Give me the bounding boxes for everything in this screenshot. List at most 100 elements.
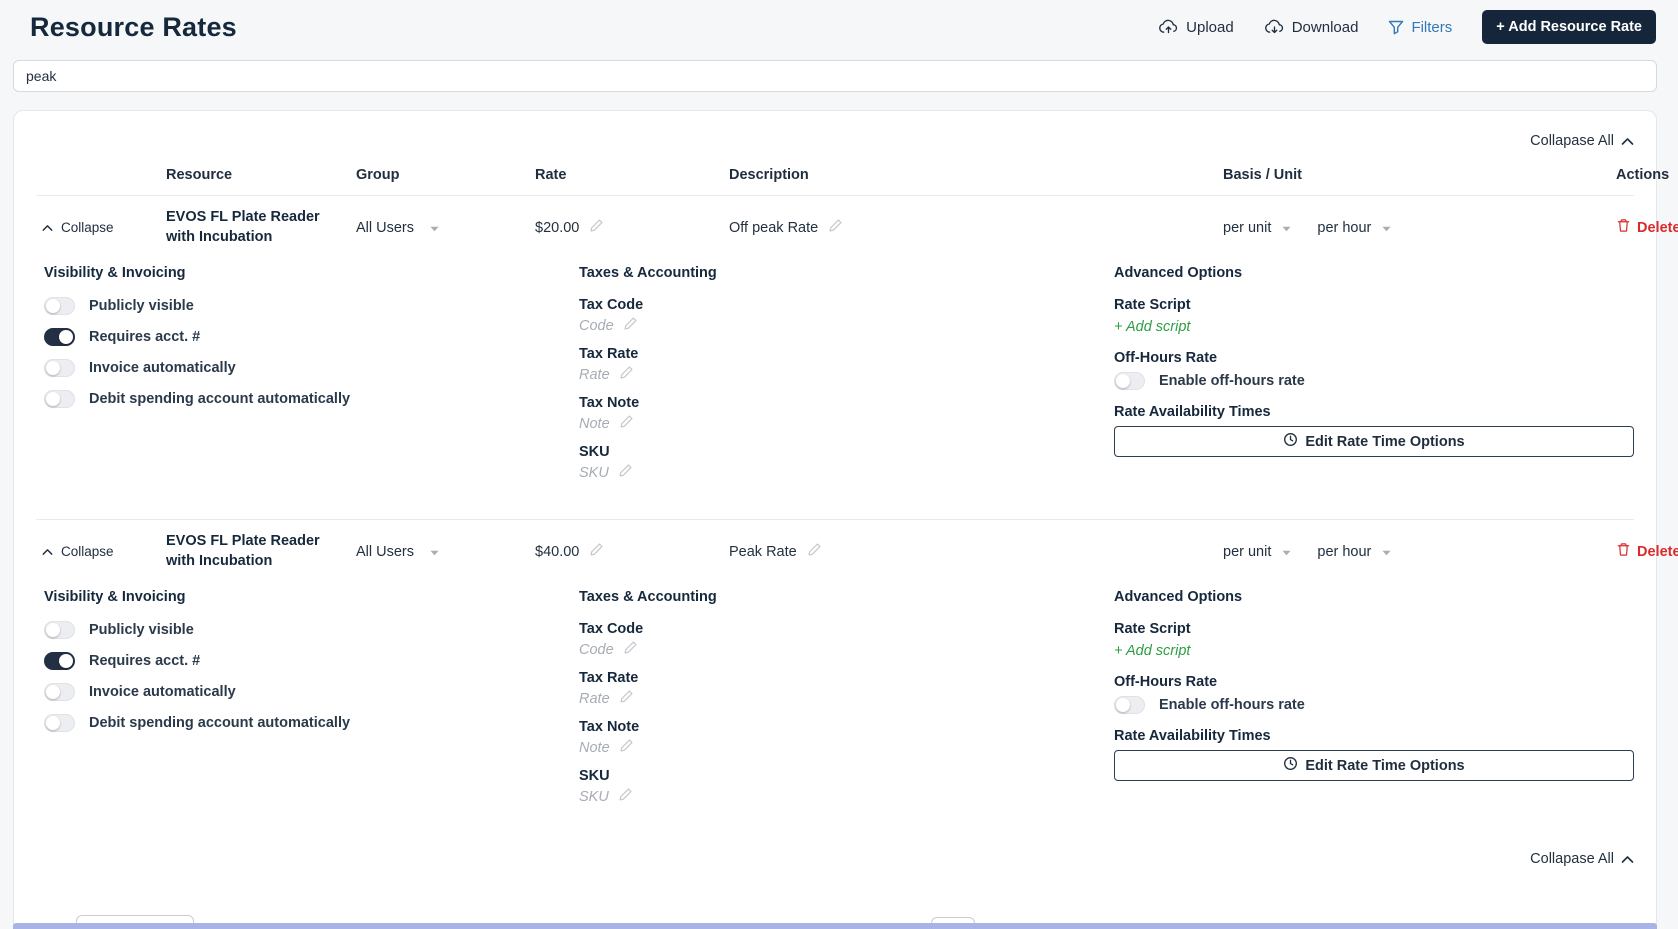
rate-availability-label: Rate Availability Times: [1114, 728, 1634, 744]
edit-pencil-icon[interactable]: [807, 542, 822, 561]
toggle-switch[interactable]: [44, 359, 75, 377]
unit-select[interactable]: per hour: [1317, 220, 1391, 236]
unit-select[interactable]: per hour: [1317, 544, 1391, 560]
edit-times-label: Edit Rate Time Options: [1305, 758, 1464, 774]
tax-code-field: Tax Code Code: [579, 621, 1114, 659]
column-header-description: Description: [701, 167, 1191, 183]
column-header-rate: Rate: [501, 167, 701, 183]
description-field[interactable]: Peak Rate: [701, 542, 1191, 561]
rate-field[interactable]: $40.00: [501, 542, 701, 561]
section-heading: Visibility & Invoicing: [44, 589, 579, 605]
description-field[interactable]: Off peak Rate: [701, 218, 1191, 237]
collapse-all-top[interactable]: Collapase All: [36, 131, 1634, 151]
toggle-label: Enable off-hours rate: [1159, 373, 1305, 389]
enable-off-hours-toggle-row: Enable off-hours rate: [1114, 696, 1634, 714]
group-select[interactable]: All Users: [356, 220, 501, 236]
visibility-invoicing-section: Visibility & Invoicing Publicly visible …: [44, 589, 579, 745]
section-heading: Visibility & Invoicing: [44, 265, 579, 281]
basis-unit-cell: per unit per hour: [1191, 544, 1616, 560]
download-button[interactable]: Download: [1264, 19, 1359, 36]
field-placeholder: SKU: [579, 465, 609, 481]
edit-pencil-icon[interactable]: [589, 218, 604, 237]
toggle-switch[interactable]: [44, 390, 75, 408]
edit-rate-time-options-button[interactable]: Edit Rate Time Options: [1114, 426, 1634, 457]
chevron-down-icon: [430, 220, 439, 236]
group-value: All Users: [356, 544, 414, 560]
collapse-all-label: Collapase All: [1530, 133, 1614, 149]
rate-availability-label: Rate Availability Times: [1114, 404, 1634, 420]
row-collapse-toggle[interactable]: Collapse: [36, 220, 166, 235]
add-resource-rate-button[interactable]: + Add Resource Rate: [1482, 10, 1656, 44]
field-placeholder: Rate: [579, 691, 610, 707]
edit-pencil-icon[interactable]: [619, 738, 634, 757]
section-heading: Taxes & Accounting: [579, 589, 1114, 605]
field-label: Tax Note: [579, 395, 1114, 411]
toggle-switch[interactable]: [44, 683, 75, 701]
edit-pencil-icon[interactable]: [619, 365, 634, 384]
tax-note-field: Tax Note Note: [579, 395, 1114, 433]
toggle-label: Requires acct. #: [89, 653, 200, 669]
enable-off-hours-toggle-row: Enable off-hours rate: [1114, 372, 1634, 390]
edit-pencil-icon[interactable]: [589, 542, 604, 561]
basis-select[interactable]: per unit: [1223, 220, 1291, 236]
edit-pencil-icon[interactable]: [619, 689, 634, 708]
filters-button[interactable]: Filters: [1388, 19, 1452, 36]
top-bar: Resource Rates Upload Download Filters +…: [0, 0, 1678, 44]
visibility-invoicing-section: Visibility & Invoicing Publicly visible …: [44, 265, 579, 421]
chevron-down-icon: [1382, 220, 1391, 236]
resource-name: EVOS FL Plate Reader with Incubation: [166, 208, 341, 247]
filters-label: Filters: [1411, 19, 1452, 36]
edit-pencil-icon[interactable]: [619, 414, 634, 433]
clock-icon: [1283, 756, 1298, 775]
trash-icon: [1616, 542, 1631, 561]
column-header-resource: Resource: [166, 167, 356, 183]
basis-select[interactable]: per unit: [1223, 544, 1291, 560]
toggle-switch[interactable]: [1114, 372, 1145, 390]
edit-pencil-icon[interactable]: [618, 787, 633, 806]
rate-field[interactable]: $20.00: [501, 218, 701, 237]
add-script-link[interactable]: + Add script: [1114, 643, 1634, 659]
upload-button[interactable]: Upload: [1158, 19, 1234, 36]
edit-rate-time-options-button[interactable]: Edit Rate Time Options: [1114, 750, 1634, 781]
basis-value: per unit: [1223, 220, 1271, 236]
edit-pencil-icon[interactable]: [828, 218, 843, 237]
tax-rate-field: Tax Rate Rate: [579, 670, 1114, 708]
toggle-label: Publicly visible: [89, 622, 194, 638]
chevron-up-icon: [1621, 137, 1634, 146]
toggle-switch[interactable]: [44, 621, 75, 639]
off-hours-rate-label: Off-Hours Rate: [1114, 350, 1634, 366]
basis-unit-cell: per unit per hour: [1191, 220, 1616, 236]
toggle-label: Invoice automatically: [89, 360, 236, 376]
delete-rate-button[interactable]: Delete: [1616, 218, 1678, 237]
clock-icon: [1283, 432, 1298, 451]
collapse-all-bottom[interactable]: Collapase All: [36, 849, 1634, 869]
resource-rate-row: Collapse EVOS FL Plate Reader with Incub…: [36, 196, 1634, 519]
requires-acct-toggle-row: Requires acct. #: [44, 328, 579, 346]
chevron-down-icon: [430, 544, 439, 560]
toggle-switch[interactable]: [1114, 696, 1145, 714]
search-input[interactable]: [13, 60, 1657, 92]
column-header-group: Group: [356, 167, 501, 183]
section-heading: Advanced Options: [1114, 265, 1634, 281]
toggle-switch[interactable]: [44, 328, 75, 346]
toggle-switch[interactable]: [44, 714, 75, 732]
add-script-link[interactable]: + Add script: [1114, 319, 1634, 335]
debit-spending-toggle-row: Debit spending account automatically: [44, 390, 579, 408]
toggle-switch[interactable]: [44, 652, 75, 670]
actions-cell: Delete: [1616, 218, 1678, 237]
group-select[interactable]: All Users: [356, 544, 501, 560]
edit-pencil-icon[interactable]: [618, 463, 633, 482]
section-heading: Advanced Options: [1114, 589, 1634, 605]
toggle-label: Enable off-hours rate: [1159, 697, 1305, 713]
field-label: SKU: [579, 768, 1114, 784]
horizontal-scrollbar[interactable]: [13, 923, 1657, 929]
field-label: Tax Rate: [579, 346, 1114, 362]
toggle-switch[interactable]: [44, 297, 75, 315]
edit-pencil-icon[interactable]: [623, 640, 638, 659]
delete-rate-button[interactable]: Delete: [1616, 542, 1678, 561]
row-collapse-toggle[interactable]: Collapse: [36, 544, 166, 559]
field-label: Tax Code: [579, 297, 1114, 313]
edit-pencil-icon[interactable]: [623, 316, 638, 335]
cloud-upload-icon: [1158, 19, 1179, 35]
taxes-accounting-section: Taxes & Accounting Tax Code Code Tax Rat…: [579, 589, 1114, 817]
